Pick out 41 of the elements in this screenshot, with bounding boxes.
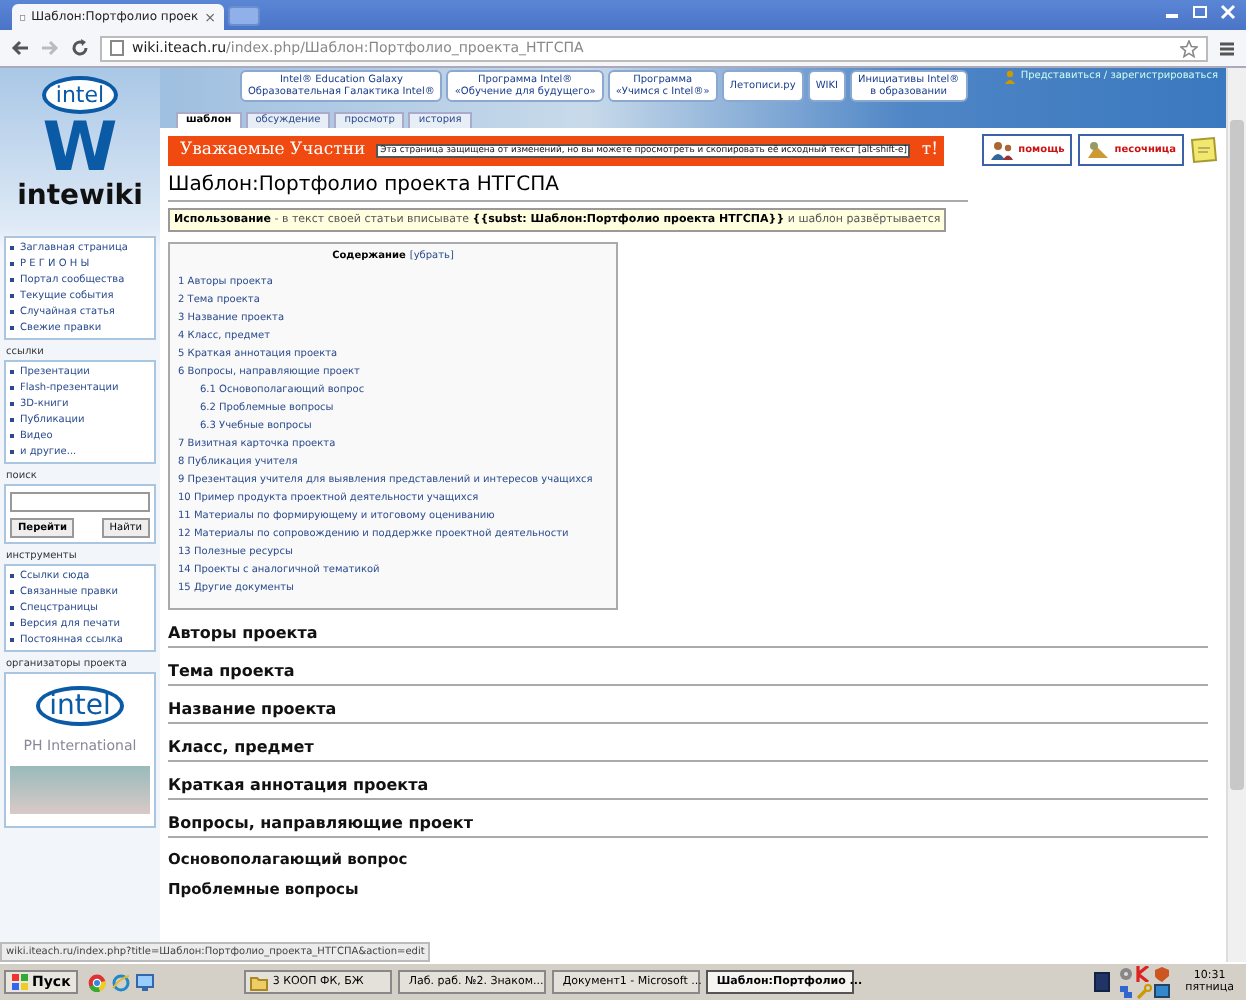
section-heading: Краткая аннотация проекта xyxy=(168,776,1208,800)
notice-text: т! xyxy=(921,140,938,160)
forward-icon xyxy=(40,38,60,58)
windows-flag-icon xyxy=(12,974,28,990)
intel-logo: intel xyxy=(41,76,119,114)
section-heading: Название проекта xyxy=(168,700,1208,724)
sticky-note-icon xyxy=(1190,136,1218,164)
reload-icon xyxy=(70,38,90,58)
user-icon xyxy=(1004,70,1017,84)
page-icon xyxy=(20,9,26,25)
shield-icon xyxy=(1153,965,1170,981)
notice-text: Уважаемые Участни xyxy=(180,140,366,160)
sponsor-logo[interactable]: intel xyxy=(35,686,125,726)
site-logo[interactable]: intel W intewiki xyxy=(4,68,156,236)
folder-icon xyxy=(250,973,269,991)
sandbox-icon xyxy=(1086,140,1111,160)
menu-icon xyxy=(1218,39,1236,57)
section-heading: Класс, предмет xyxy=(168,738,1208,762)
wiki-wordmark: intewiki xyxy=(17,182,143,210)
gear-icon xyxy=(1117,965,1134,981)
search-field[interactable] xyxy=(10,492,150,512)
section-heading: Тема проекта xyxy=(168,662,1208,686)
monitor-icon xyxy=(1153,983,1170,999)
chrome-icon xyxy=(88,973,107,991)
section-heading: Авторы проекта xyxy=(168,624,1208,648)
scroll-thumb[interactable] xyxy=(1230,120,1244,790)
page-title: Шаблон:Портфолио проекта НТГСПА xyxy=(168,174,968,202)
logo-letter: W xyxy=(42,114,118,182)
ie-icon xyxy=(112,973,131,991)
back-icon xyxy=(10,38,30,58)
photo-placeholder[interactable] xyxy=(10,766,150,814)
page-icon xyxy=(110,40,124,56)
network-icon xyxy=(1117,983,1134,999)
desktop-icon xyxy=(136,973,155,991)
scrollbar[interactable] xyxy=(1226,68,1246,962)
new-tab-button[interactable] xyxy=(228,6,260,26)
restore-icon xyxy=(1190,4,1210,20)
close-icon xyxy=(1218,4,1238,20)
section-heading: Вопросы, направляющие проект xyxy=(168,814,1208,838)
star-icon xyxy=(1180,39,1198,57)
people-icon xyxy=(990,140,1015,160)
